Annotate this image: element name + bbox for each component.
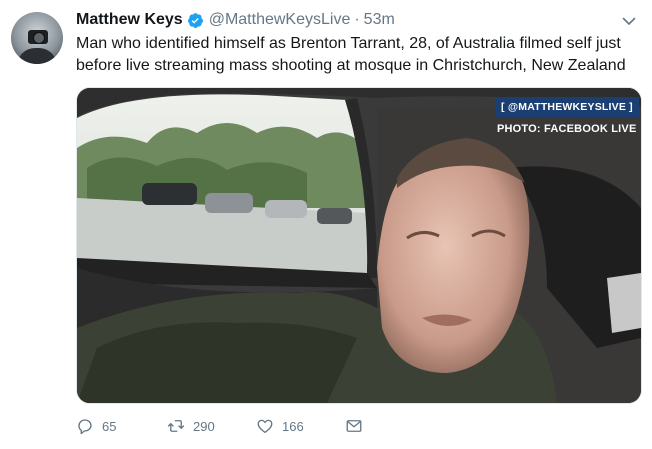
like-button[interactable]: 166 xyxy=(256,417,304,435)
envelope-icon xyxy=(346,420,362,432)
retweet-icon xyxy=(167,420,185,432)
separator-dot: · xyxy=(354,11,360,28)
handle[interactable]: @MatthewKeysLive xyxy=(209,11,351,29)
like-count: 166 xyxy=(282,418,304,434)
avatar-camera-lens xyxy=(33,32,45,44)
heart-icon xyxy=(257,419,273,434)
tweet-text: Man who identified himself as Brenton Ta… xyxy=(76,35,626,74)
media-overlay-tag: [ @MATTHEWKEYSLIVE ] xyxy=(495,97,639,117)
reply-icon xyxy=(78,419,92,435)
display-name[interactable]: Matthew Keys xyxy=(76,11,183,29)
reply-count: 65 xyxy=(102,418,117,434)
chevron-down-icon[interactable] xyxy=(621,13,637,29)
media-overlay-credit: PHOTO: FACEBOOK LIVE xyxy=(497,123,637,135)
avatar-shirt xyxy=(17,48,57,64)
direct-message-button[interactable] xyxy=(345,417,371,435)
reply-button[interactable]: 65 xyxy=(76,417,116,435)
retweet-button[interactable]: 290 xyxy=(167,417,215,435)
retweet-count: 290 xyxy=(193,418,215,434)
verified-badge-icon xyxy=(187,12,203,28)
timestamp[interactable]: 53m xyxy=(364,11,395,29)
tweet-header: Matthew Keys @MatthewKeysLive · 53m xyxy=(76,9,395,31)
tweet[interactable]: Matthew Keys @MatthewKeysLive · 53m Man … xyxy=(0,0,652,449)
avatar[interactable] xyxy=(11,12,63,64)
video-frame xyxy=(77,88,641,403)
